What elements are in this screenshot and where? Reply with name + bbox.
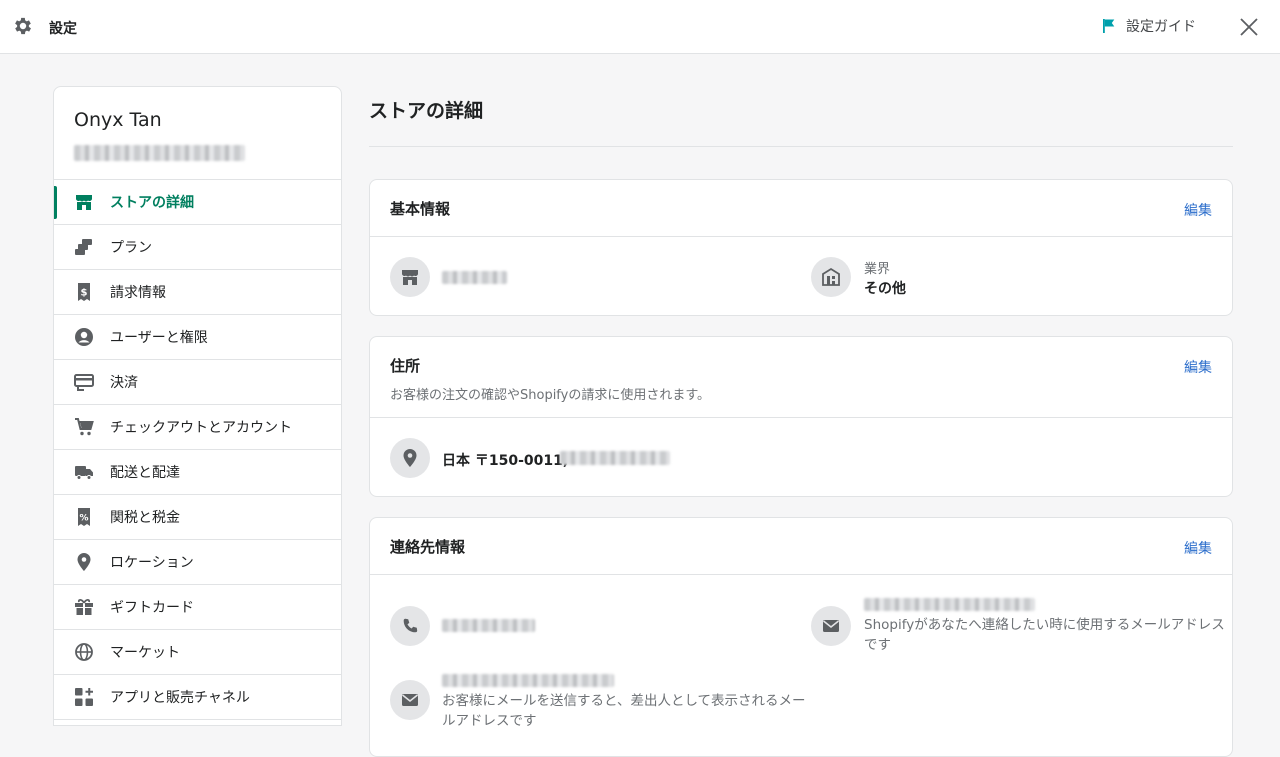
sidebar-item-checkout[interactable]: チェックアウトとアカウント <box>54 405 341 450</box>
sidebar-item-label: チェックアウトとアカウント <box>110 420 292 436</box>
basic-info-card: 基本情報 編集 業界 その他 <box>369 179 1233 316</box>
page-title: ストアの詳細 <box>369 100 484 122</box>
tax-icon: % <box>74 507 94 527</box>
billing-icon: $ <box>74 282 94 302</box>
sidebar-item-label: ロケーション <box>110 555 194 571</box>
account-email-note: Shopifyがあなたへ連絡したい時に使用するメールアドレスです <box>864 617 1225 653</box>
top-bar: 設定 設定ガイド <box>0 0 1280 54</box>
card-subtitle: お客様の注文の確認やShopifyの請求に使用されます。 <box>390 388 711 403</box>
store-name: Onyx Tan <box>74 109 162 131</box>
address-redacted <box>560 451 670 465</box>
svg-text:$: $ <box>81 288 88 299</box>
mail-icon <box>811 606 851 646</box>
address-value: 日本 〒150-0011, <box>442 453 569 469</box>
setup-guide-button[interactable]: 設定ガイド <box>1100 16 1196 36</box>
sidebar-item-label: ストアの詳細 <box>110 195 194 211</box>
card-title: 連絡先情報 <box>390 538 466 556</box>
phone-icon <box>390 606 430 646</box>
sidebar-item-label: 配送と配達 <box>110 465 180 481</box>
user-icon <box>74 327 94 347</box>
sidebar-item-plan[interactable]: プラン <box>54 225 341 270</box>
gift-icon <box>74 597 94 617</box>
sidebar-item-shipping[interactable]: 配送と配達 <box>54 450 341 495</box>
gear-icon <box>15 17 31 35</box>
location-icon <box>74 552 94 572</box>
sidebar-item-markets[interactable]: マーケット <box>54 630 341 675</box>
edit-basic-info-button[interactable]: 編集 <box>1184 200 1212 220</box>
cart-icon <box>74 417 94 437</box>
store-icon <box>390 257 430 297</box>
store-domain-redacted <box>74 145 245 161</box>
sidebar-item-locations[interactable]: ロケーション <box>54 540 341 585</box>
card-title: 基本情報 <box>390 200 451 218</box>
account-email-redacted <box>864 598 1035 611</box>
setup-guide-label: 設定ガイド <box>1126 19 1196 35</box>
close-icon[interactable] <box>1236 14 1262 40</box>
sidebar-item-label: ユーザーと権限 <box>110 330 208 346</box>
sidebar-item-label: マーケット <box>110 645 180 661</box>
sidebar-item-label: 関税と税金 <box>110 510 180 526</box>
card-header: 連絡先情報 編集 <box>370 518 1232 575</box>
industry-value: その他 <box>864 281 906 297</box>
edit-contact-button[interactable]: 編集 <box>1184 538 1212 558</box>
settings-sidebar: Onyx Tan ストアの詳細 プラン $ 請求情報 ユーザーと権限 決済 チェ… <box>53 86 342 726</box>
store-icon <box>74 192 94 212</box>
sidebar-item-payments[interactable]: 決済 <box>54 360 341 405</box>
sidebar-item-label: ギフトカード <box>110 600 194 616</box>
sidebar-item-store-details[interactable]: ストアの詳細 <box>54 180 341 225</box>
sidebar-item-users[interactable]: ユーザーと権限 <box>54 315 341 360</box>
truck-icon <box>74 462 94 482</box>
location-icon <box>390 438 430 478</box>
phone-redacted <box>442 619 535 632</box>
page-header-title: 設定 <box>49 21 77 37</box>
store-header: Onyx Tan <box>54 87 341 180</box>
sidebar-item-gift-cards[interactable]: ギフトカード <box>54 585 341 630</box>
edit-address-button[interactable]: 編集 <box>1184 357 1212 377</box>
flag-icon <box>1103 19 1115 33</box>
sender-email-redacted <box>442 674 614 687</box>
plan-icon <box>74 237 94 257</box>
sidebar-item-taxes[interactable]: % 関税と税金 <box>54 495 341 540</box>
card-header: 住所 お客様の注文の確認やShopifyの請求に使用されます。 編集 <box>370 337 1232 418</box>
industry-icon <box>811 257 851 297</box>
industry-label: 業界 <box>864 262 891 277</box>
title-divider <box>369 146 1233 147</box>
sidebar-item-label: 決済 <box>110 375 138 391</box>
sender-email-note: お客様にメールを送信すると、差出人として表示されるメールアドレスです <box>442 693 806 729</box>
apps-icon <box>74 687 94 707</box>
sidebar-item-label: 請求情報 <box>110 285 166 301</box>
sidebar-item-billing[interactable]: $ 請求情報 <box>54 270 341 315</box>
globe-icon <box>74 642 94 662</box>
card-header: 基本情報 編集 <box>370 180 1232 237</box>
mail-icon <box>390 680 430 720</box>
sidebar-item-label: プラン <box>110 240 152 256</box>
address-card: 住所 お客様の注文の確認やShopifyの請求に使用されます。 編集 日本 〒1… <box>369 336 1233 497</box>
sidebar-item-apps[interactable]: アプリと販売チャネル <box>54 675 341 720</box>
card-title: 住所 <box>390 357 421 375</box>
contact-info-card: 連絡先情報 編集 Shopifyがあなたへ連絡したい時に使用するメールアドレスで… <box>369 517 1233 757</box>
payment-icon <box>74 372 94 392</box>
svg-text:%: % <box>79 514 88 524</box>
sidebar-item-label: アプリと販売チャネル <box>110 690 250 706</box>
store-name-redacted <box>442 271 507 284</box>
